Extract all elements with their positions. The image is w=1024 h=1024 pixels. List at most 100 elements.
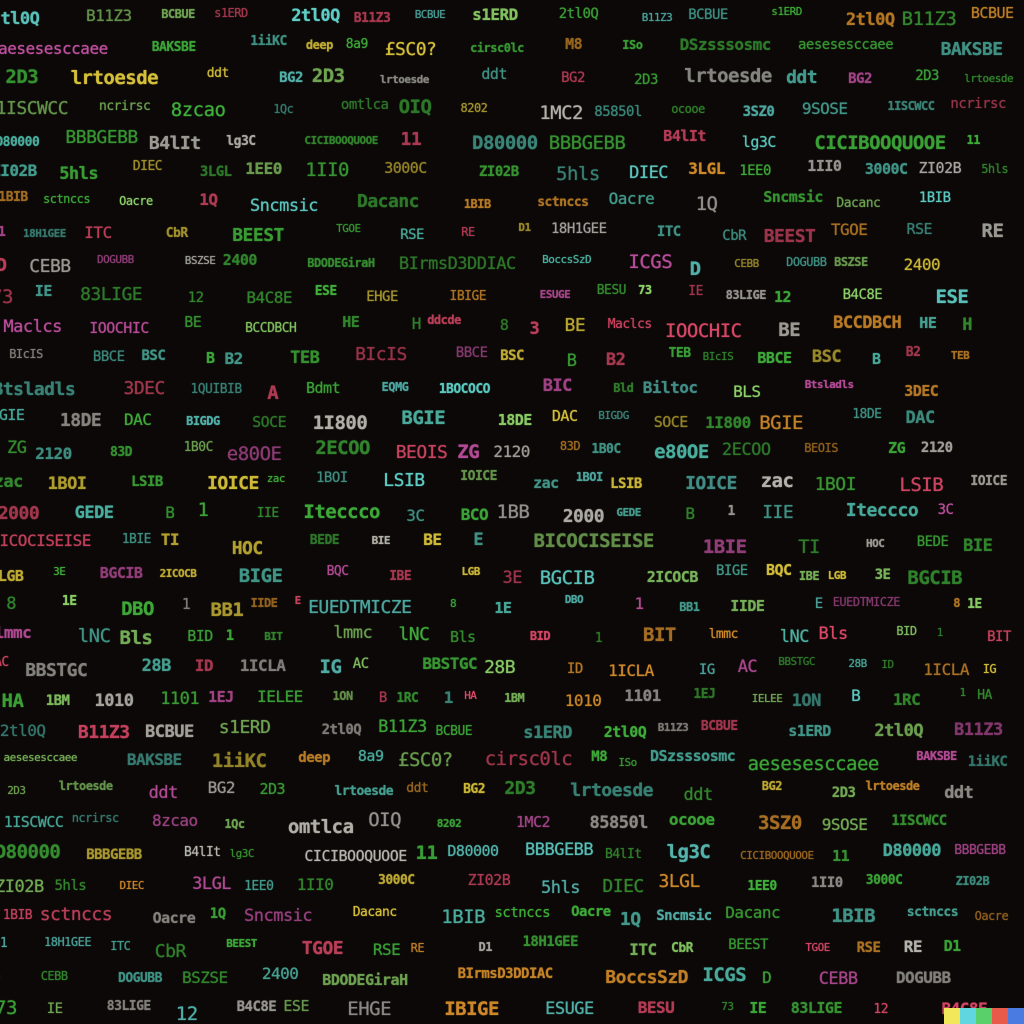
glyph-fragment: 3LGL (658, 871, 701, 892)
glyph-fragment: Iteccco (303, 501, 380, 524)
glyph-fragment: 8zcao (152, 810, 198, 830)
glyph-fragment: BCBUE (700, 719, 738, 735)
glyph-fragment: ID (194, 656, 214, 676)
glyph-fragment: 2000 (562, 506, 605, 528)
glyph-fragment: Iteccco (845, 499, 919, 521)
glyph-fragment: 83LIGE (106, 998, 151, 1014)
glyph-fragment: 85850l (589, 812, 649, 833)
color-bar-swatch (960, 1008, 976, 1024)
glyph-fragment: Oacre (608, 189, 655, 208)
glyph-fragment: 1101 (160, 689, 200, 710)
glyph-fragment: CICIBOOQUOOE (740, 848, 814, 862)
glyph-fragment: 3SZ0 (742, 104, 775, 120)
glyph-fragment: 73 (638, 283, 652, 297)
glyph-fragment: ICGS (702, 964, 747, 987)
glyph-fragment: 2tl0Q (321, 722, 362, 739)
glyph-fragment: 1iiKC (211, 749, 267, 772)
glyph-fragment: 1BIB (831, 904, 876, 927)
glyph-fragment: Sncmsic (244, 906, 313, 927)
glyph-fragment: 5hls (541, 878, 580, 899)
glyph-fragment: DIEC (132, 158, 163, 174)
glyph-fragment: BG2 (279, 69, 303, 86)
glyph-fragment: AC (352, 656, 369, 673)
glyph-fragment: 1 (594, 631, 603, 647)
glyph-fragment: lrtoesde (570, 779, 653, 801)
glyph-fragment: BIGDG (598, 408, 629, 422)
glyph-fragment: 1 (727, 504, 736, 520)
glyph-fragment: TGOE (805, 941, 830, 955)
glyph-fragment: HA (464, 688, 477, 702)
glyph-fragment: IIDE (730, 596, 765, 615)
glyph-fragment: 2120 (35, 443, 72, 463)
glyph-fragment: lmmc (333, 623, 373, 644)
glyph-fragment: ESE (314, 284, 337, 300)
glyph-fragment: 12 (187, 289, 204, 306)
glyph-noise-canvas: 2tl0Q B11Z3 BCBUE s1ERD 2tl0Q B11Z3 BCBUE s1ERD… (0, 0, 1024, 1024)
glyph-fragment: £SC0? (398, 749, 453, 771)
glyph-fragment: 1BIB (918, 189, 951, 206)
glyph-fragment: 1EE0 (245, 158, 282, 178)
glyph-fragment: BAKSBE (916, 748, 957, 763)
glyph-fragment: BBSTGC (422, 654, 478, 674)
glyph-fragment: B11Z3 (77, 722, 130, 744)
glyph-fragment: Oacre (571, 904, 611, 920)
glyph-fragment: H (962, 315, 973, 336)
glyph-fragment: BID (896, 624, 917, 639)
glyph-fragment: 1ISCWCC (0, 97, 69, 119)
glyph-fragment: IBIGE (444, 998, 499, 1021)
glyph-fragment: B (206, 348, 215, 367)
glyph-fragment: CbR (154, 940, 187, 962)
glyph-fragment: 1BIB (441, 905, 486, 928)
glyph-fragment: IOOCHIC (665, 319, 742, 342)
glyph-fragment: Dacanc (836, 195, 881, 211)
glyph-fragment: BICOCISEISE (0, 531, 91, 550)
glyph-fragment: 3C (937, 502, 954, 519)
glyph-fragment: D (689, 258, 701, 281)
glyph-fragment: GEDE (74, 503, 114, 524)
glyph-fragment: 2tl0Q (603, 723, 647, 742)
glyph-fragment: 1BOI (814, 473, 857, 495)
glyph-fragment: BIrmsD3DDIAC (457, 965, 554, 982)
glyph-fragment: BGCIB (539, 566, 595, 589)
glyph-fragment: ESE (283, 997, 309, 1016)
glyph-fragment: B11Z3 (657, 720, 689, 734)
glyph-fragment: IE (46, 1000, 63, 1017)
glyph-fragment: 1ON (791, 691, 822, 711)
glyph-fragment: B4C8E (842, 286, 883, 303)
glyph-fragment: BBBGEBB (954, 842, 1006, 858)
glyph-fragment: 3000C (865, 872, 903, 888)
glyph-fragment: s1ERD (523, 723, 572, 744)
glyph-fragment: 8a9 (357, 747, 384, 766)
glyph-fragment: Bls (119, 626, 153, 649)
glyph-fragment: BCBUE (161, 7, 195, 22)
glyph-fragment: BGIE (401, 406, 446, 429)
glyph-fragment: DIEC (629, 162, 669, 183)
glyph-fragment: 1I800 (705, 413, 751, 433)
color-bar-swatch (1008, 1008, 1024, 1024)
glyph-fragment: 1iiKC (967, 754, 1008, 771)
glyph-fragment: lrtoesde (58, 778, 113, 793)
glyph-fragment: ddt (786, 67, 818, 89)
glyph-fragment: B (872, 350, 881, 368)
glyph-fragment: B4lIt (605, 847, 642, 862)
glyph-fragment: 12 (175, 1002, 198, 1024)
glyph-fragment: CEBB (29, 256, 71, 278)
glyph-fragment: 2ECOO (315, 437, 370, 460)
glyph-fragment: IIDE (250, 596, 278, 611)
glyph-fragment: TEB (950, 348, 970, 362)
glyph-fragment: 2tl0Q (874, 721, 924, 742)
glyph-fragment: 1 (197, 498, 209, 521)
glyph-fragment: ID (566, 660, 583, 677)
glyph-fragment: lrtoesde (865, 779, 920, 793)
glyph-fragment: IELEE (257, 686, 303, 706)
glyph-fragment: BBBGEBB (525, 840, 594, 860)
glyph-fragment: CICIBOOQUOOE (304, 134, 378, 148)
glyph-fragment: 85850l (594, 103, 642, 120)
glyph-fragment: 1BIE (121, 531, 152, 547)
glyph-fragment: ncrirsc (950, 96, 1006, 113)
glyph-fragment: s1ERD (218, 717, 271, 739)
glyph-fragment: BSZSE (834, 254, 868, 269)
glyph-fragment: D1 (943, 936, 962, 955)
glyph-fragment: 1ISCWCC (891, 812, 947, 829)
glyph-fragment: BIE (963, 536, 993, 557)
